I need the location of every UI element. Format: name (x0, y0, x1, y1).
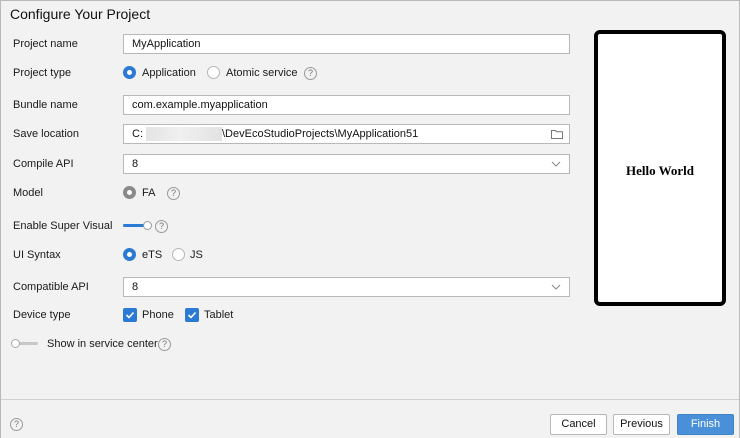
radio-ets[interactable] (123, 248, 136, 261)
compatible-api-value: 8 (132, 281, 139, 293)
checkbox-tablet[interactable] (185, 308, 199, 322)
checkbox-phone[interactable] (123, 308, 137, 322)
super-visual-toggle-knob[interactable] (143, 221, 152, 230)
model-help-icon[interactable]: ? (167, 187, 180, 200)
radio-application-label: Application (142, 67, 196, 79)
finish-button[interactable]: Finish (677, 414, 734, 435)
compile-api-label: Compile API (13, 158, 74, 170)
bundle-name-value: com.example.myapplication (132, 99, 268, 111)
project-name-input[interactable]: MyApplication (123, 34, 570, 54)
dialog-title: Configure Your Project (10, 6, 151, 22)
radio-atomic-service[interactable] (207, 66, 220, 79)
save-location-drive: C: (132, 128, 143, 140)
checkbox-tablet-label: Tablet (204, 309, 234, 321)
radio-atomic-service-label: Atomic service (226, 67, 298, 79)
bundle-name-label: Bundle name (13, 99, 78, 111)
radio-js-label: JS (190, 249, 203, 261)
compile-api-value: 8 (132, 158, 139, 170)
dialog-footer: ? Cancel Previous Finish (1, 399, 739, 438)
save-location-label: Save location (13, 128, 80, 140)
project-type-label: Project type (13, 67, 72, 79)
save-location-path: \DevEcoStudioProjects\MyApplication51 (222, 128, 419, 140)
dialog-help-icon[interactable]: ? (10, 418, 23, 431)
service-center-help-icon[interactable]: ? (158, 338, 171, 351)
chevron-down-icon (551, 282, 561, 292)
service-center-toggle-knob[interactable] (11, 339, 20, 348)
preview-text: Hello World (625, 163, 694, 178)
service-center-label: Show in service center (47, 338, 158, 350)
compatible-api-select[interactable]: 8 (123, 277, 570, 297)
folder-icon[interactable] (551, 129, 563, 139)
chevron-down-icon (551, 159, 561, 169)
super-visual-label: Enable Super Visual (13, 220, 113, 232)
radio-fa (123, 186, 136, 199)
device-type-label: Device type (13, 309, 71, 321)
ui-syntax-label: UI Syntax (13, 249, 61, 261)
redacted-path-segment (146, 127, 222, 141)
model-label: Model (13, 187, 43, 199)
radio-js[interactable] (172, 248, 185, 261)
project-name-value: MyApplication (132, 38, 201, 50)
radio-ets-label: eTS (142, 249, 163, 261)
bundle-name-input[interactable]: com.example.myapplication (123, 95, 570, 115)
previous-button[interactable]: Previous (613, 414, 670, 435)
compile-api-select[interactable]: 8 (123, 154, 570, 174)
project-name-label: Project name (13, 38, 78, 50)
configure-project-dialog: Configure Your Project Project name MyAp… (0, 0, 740, 438)
super-visual-help-icon[interactable]: ? (155, 220, 168, 233)
checkbox-phone-label: Phone (142, 309, 174, 321)
save-location-input[interactable]: C: \DevEcoStudioProjects\MyApplication51 (123, 124, 570, 144)
project-type-help-icon[interactable]: ? (304, 67, 317, 80)
cancel-button[interactable]: Cancel (550, 414, 607, 435)
radio-fa-label: FA (142, 187, 156, 199)
radio-application[interactable] (123, 66, 136, 79)
device-preview: Hello World (594, 30, 726, 306)
compatible-api-label: Compatible API (13, 281, 89, 293)
